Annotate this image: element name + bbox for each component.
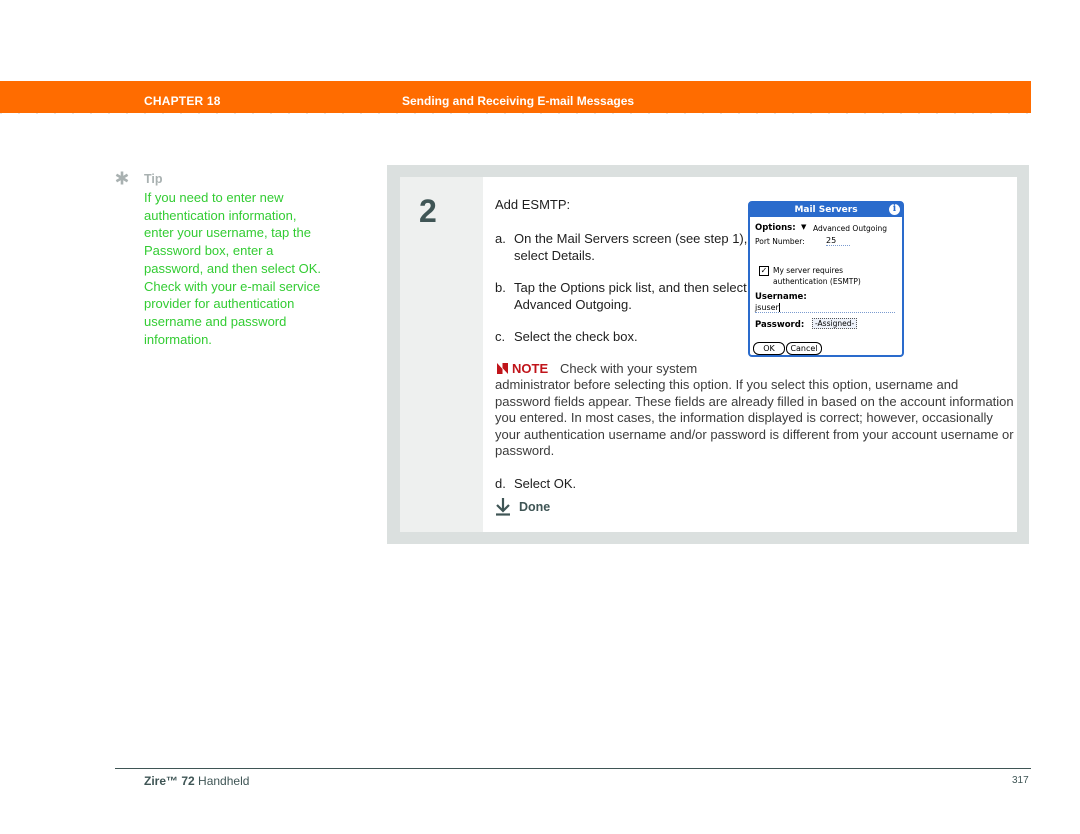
esmtp-checkbox[interactable]: ✓	[759, 266, 769, 276]
chapter-title: Sending and Receiving E-mail Messages	[402, 94, 635, 108]
step-panel: 2 Add ESMTP: a. On the Mail Servers scre…	[387, 165, 1029, 544]
footer-divider	[115, 768, 1031, 769]
step-number-column: 2	[400, 177, 483, 532]
note-body: administrator before selecting this opti…	[495, 377, 1014, 459]
esmtp-checkbox-label: My server requires authentication (ESMTP…	[773, 266, 861, 286]
screen-titlebar: Mail Servers i	[750, 203, 902, 217]
list-marker: a.	[495, 231, 506, 246]
dropdown-arrow-icon[interactable]: ▼	[801, 223, 806, 231]
port-number-field[interactable]: 25	[826, 236, 850, 246]
note-label: NOTE	[512, 361, 549, 376]
list-item-text: Select the check box.	[514, 329, 638, 344]
info-icon[interactable]: i	[889, 204, 900, 215]
footer-brand: Zire™ 72	[144, 774, 195, 788]
done-label: Done	[519, 500, 551, 514]
screen-title: Mail Servers	[794, 205, 858, 215]
footer-product-name: Handheld	[194, 774, 250, 788]
cancel-button[interactable]: Cancel	[786, 342, 822, 355]
chapter-label: CHAPTER 18	[144, 94, 221, 108]
password-field[interactable]: -Assigned-	[812, 318, 858, 329]
options-picklist[interactable]: Advanced Outgoing	[813, 224, 887, 233]
password-label: Password:	[755, 320, 805, 330]
note-lead-text: Check with your system	[560, 361, 698, 376]
list-item-text: Select OK.	[514, 476, 577, 491]
step-intro: Add ESMTP:	[495, 197, 571, 212]
username-value: jsuser	[755, 303, 779, 312]
list-item-text: Tap the Options pick list, and then sele…	[514, 280, 747, 312]
page-number: 317	[1012, 775, 1029, 786]
chapter-header-bar: CHAPTER 18 Sending and Receiving E-mail …	[0, 81, 1031, 113]
list-item-text: On the Mail Servers screen (see step 1),…	[514, 231, 748, 263]
mail-servers-screen: Mail Servers i Options: ▼ Advanced Outgo…	[748, 201, 904, 357]
list-marker: d.	[495, 476, 506, 491]
username-label: Username:	[755, 292, 807, 302]
text-cursor	[778, 303, 780, 312]
note-icon	[497, 363, 508, 374]
list-marker: c.	[495, 329, 506, 344]
tip-label: Tip	[144, 172, 163, 186]
options-label: Options:	[755, 223, 796, 233]
list-marker: b.	[495, 280, 506, 295]
step-number: 2	[419, 193, 437, 229]
port-number-label: Port Number:	[755, 237, 805, 246]
username-field[interactable]: jsuser	[755, 303, 895, 313]
done-arrow-icon	[496, 498, 510, 516]
header-divider	[0, 113, 1031, 114]
footer-product: Zire™ 72 Handheld	[144, 774, 249, 788]
ok-button[interactable]: OK	[753, 342, 785, 355]
tip-text: If you need to enter new authentication …	[144, 190, 322, 347]
asterisk-icon	[115, 171, 129, 185]
